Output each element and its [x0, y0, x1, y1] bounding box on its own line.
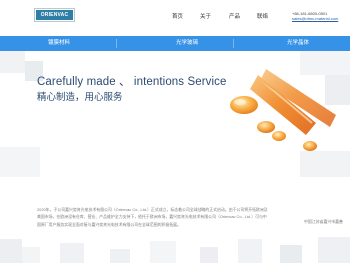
- optical-lens: [303, 141, 317, 151]
- optical-lens: [230, 96, 258, 114]
- contact-info: +86-181-6800-0501 sales@ofmc-material.co…: [292, 11, 338, 21]
- category-coating-materials[interactable]: 镀膜材料: [36, 36, 82, 51]
- category-divider: [116, 39, 117, 48]
- nav-products[interactable]: 产品: [229, 13, 240, 21]
- category-optical-glass[interactable]: 光学玻璃: [164, 36, 210, 51]
- nav-contact[interactable]: 联络: [257, 13, 268, 21]
- category-optical-crystal[interactable]: 光学晶体: [275, 36, 321, 51]
- category-divider: [233, 39, 234, 48]
- address-note: 中国江苏省嘉兴市嘉善: [304, 219, 343, 224]
- nav-about[interactable]: 关于: [200, 13, 211, 21]
- email-link[interactable]: sales@ofmc-material.com: [292, 16, 338, 21]
- decorative-mosaic: [0, 237, 350, 263]
- optical-lens: [257, 121, 275, 133]
- category-bar: 镀膜材料 光学玻璃 光学晶体: [0, 36, 350, 51]
- optical-lens: [272, 131, 286, 141]
- product-crystals-image: [230, 69, 336, 151]
- site-header: ORIENVAC 首页 关于 产品 联络 +86-181-6800-0501 s…: [0, 0, 350, 33]
- nav-home[interactable]: 首页: [172, 13, 183, 21]
- company-introduction: 2020年，子公司嘉兴奕肯光电技术有限公司（Orienvac Co., Ltd.…: [37, 207, 268, 227]
- hero-banner: Carefully made 、 intentions Service 精心制造…: [0, 51, 350, 177]
